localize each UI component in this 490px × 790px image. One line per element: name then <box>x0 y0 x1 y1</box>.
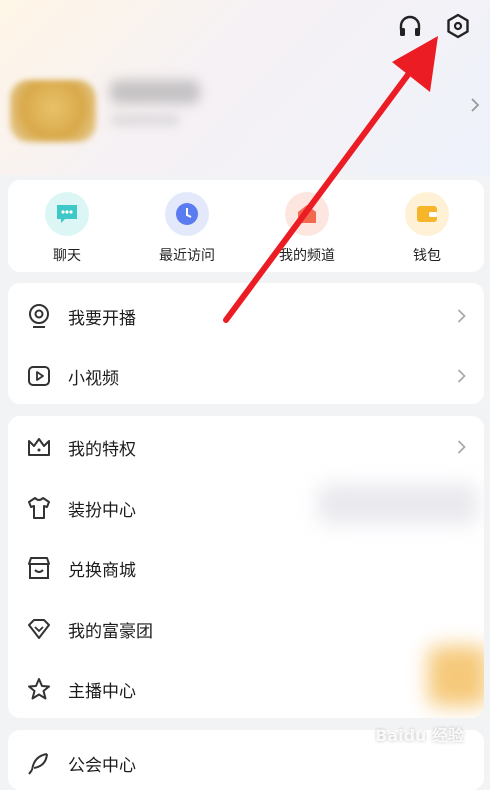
annotation-arrow <box>223 36 438 323</box>
watermark: Baidu 经验 <box>375 726 464 745</box>
